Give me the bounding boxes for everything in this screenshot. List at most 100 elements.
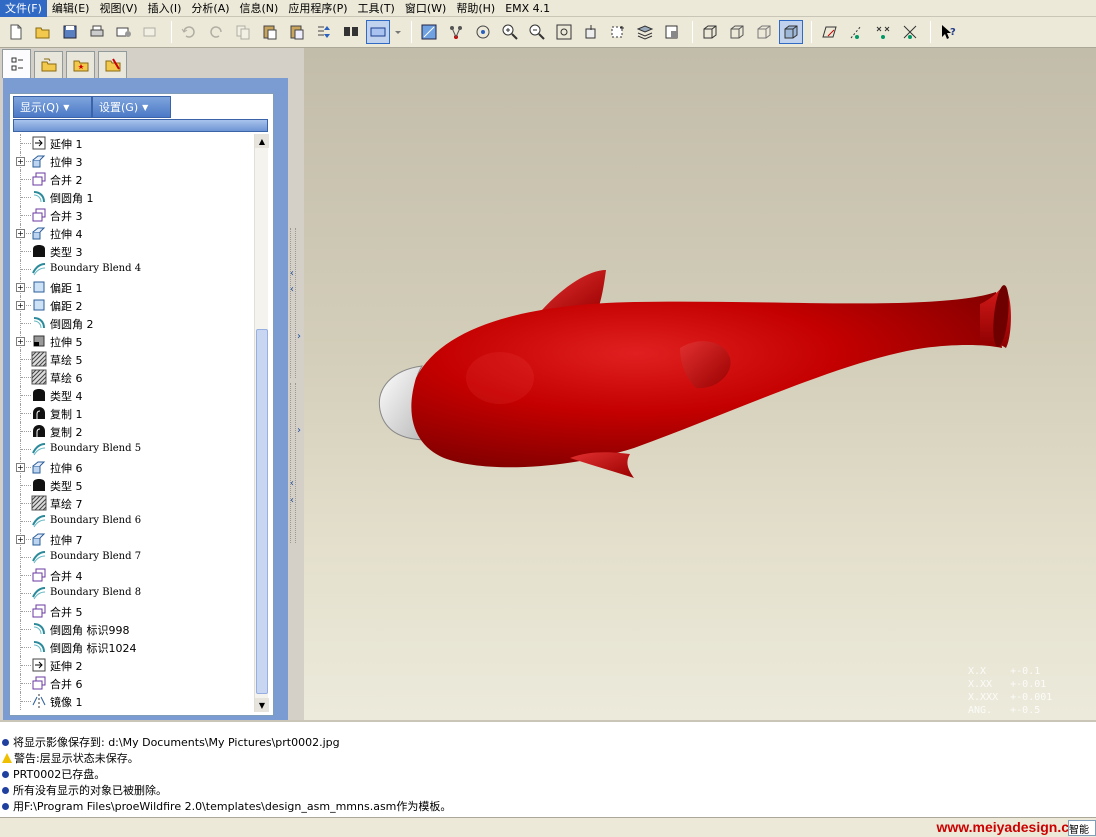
menu-item[interactable]: 帮助(H): [451, 0, 500, 17]
model-tree-item[interactable]: 类型 5: [13, 476, 253, 494]
model-tree-item[interactable]: Boundary Blend 5: [13, 440, 253, 458]
expand-right-icon[interactable]: ›: [297, 425, 301, 436]
wireframe-icon[interactable]: [698, 20, 722, 44]
menu-item[interactable]: 文件(F): [0, 0, 47, 17]
model-tree-item[interactable]: 类型 4: [13, 386, 253, 404]
save-icon[interactable]: [58, 20, 82, 44]
model-tree-item[interactable]: + 拉伸 4: [13, 224, 253, 242]
model-tree-item[interactable]: 复制 1: [13, 404, 253, 422]
repaint-icon[interactable]: [417, 20, 441, 44]
smart-filter-select[interactable]: 智能: [1068, 820, 1096, 836]
menu-item[interactable]: 信息(N): [235, 0, 284, 17]
scroll-down-icon[interactable]: ▼: [255, 698, 269, 712]
datum-axes-icon[interactable]: [844, 20, 868, 44]
expand-icon[interactable]: +: [16, 535, 25, 544]
model-tree-item[interactable]: 草绘 7: [13, 494, 253, 512]
model-tree-item[interactable]: 合并 5: [13, 602, 253, 620]
menu-item[interactable]: 编辑(E): [47, 0, 95, 17]
tab-favorites[interactable]: [66, 51, 95, 78]
no-hidden-icon[interactable]: [752, 20, 776, 44]
shading-icon[interactable]: [779, 20, 803, 44]
menu-item[interactable]: 窗口(W): [400, 0, 451, 17]
expand-icon[interactable]: +: [16, 229, 25, 238]
model-tree-item[interactable]: 倒圆角 标识998: [13, 620, 253, 638]
expand-right-icon[interactable]: ›: [297, 331, 301, 342]
menu-item[interactable]: 工具(T): [353, 0, 400, 17]
model-tree-item[interactable]: Boundary Blend 7: [13, 548, 253, 566]
model-tree-item[interactable]: + 拉伸 3: [13, 152, 253, 170]
model-tree-item[interactable]: 合并 6: [13, 674, 253, 692]
collapse-left-icon[interactable]: ‹: [290, 478, 294, 489]
copy-icon[interactable]: [231, 20, 255, 44]
collapse-left-icon[interactable]: ‹: [290, 284, 294, 295]
scrollbar-thumb[interactable]: [256, 329, 268, 694]
model-tree-item[interactable]: 倒圆角 1: [13, 188, 253, 206]
dropdown-arrow-icon[interactable]: [393, 20, 403, 44]
reorient-icon[interactable]: [579, 20, 603, 44]
datum-points-icon[interactable]: [871, 20, 895, 44]
zoom-out-icon[interactable]: [525, 20, 549, 44]
expand-icon[interactable]: +: [16, 301, 25, 310]
model-tree-item[interactable]: + 拉伸 7: [13, 530, 253, 548]
model-tree-item[interactable]: + 拉伸 6: [13, 458, 253, 476]
model-tree-item[interactable]: Boundary Blend 4: [13, 260, 253, 278]
menu-item[interactable]: 分析(A): [186, 0, 234, 17]
model-tree-item[interactable]: 延伸 2: [13, 656, 253, 674]
find-icon[interactable]: [339, 20, 363, 44]
model-tree-item[interactable]: Boundary Blend 8: [13, 584, 253, 602]
model-tree-item[interactable]: 草绘 5: [13, 350, 253, 368]
new-file-icon[interactable]: [4, 20, 28, 44]
layers-icon[interactable]: [633, 20, 657, 44]
context-help-icon[interactable]: ?: [936, 20, 960, 44]
undo-icon[interactable]: [177, 20, 201, 44]
zoom-in-icon[interactable]: [498, 20, 522, 44]
orient-mode-icon[interactable]: [471, 20, 495, 44]
panel-splitter[interactable]: ‹ ‹ › › ‹ ‹: [290, 48, 304, 720]
open-folder-icon[interactable]: [31, 20, 55, 44]
tab-model-tree[interactable]: [2, 49, 31, 78]
saved-views-icon[interactable]: [606, 20, 630, 44]
menu-item[interactable]: 应用程序(P): [283, 0, 352, 17]
spin-center-icon[interactable]: [444, 20, 468, 44]
model-tree-item[interactable]: Boundary Blend 6: [13, 512, 253, 530]
model-tree-item[interactable]: 合并 4: [13, 566, 253, 584]
dolphin-model[interactable]: [304, 48, 1096, 720]
menu-item[interactable]: EMX 4.1: [500, 0, 555, 17]
selection-box-icon[interactable]: [366, 20, 390, 44]
model-tree-item[interactable]: 倒圆角 2: [13, 314, 253, 332]
tab-folder-browser[interactable]: [34, 51, 63, 78]
send-link-icon[interactable]: [139, 20, 163, 44]
model-tree-item[interactable]: 类型 3: [13, 242, 253, 260]
tab-connections[interactable]: [98, 51, 127, 78]
hidden-line-icon[interactable]: [725, 20, 749, 44]
settings-menu-button[interactable]: 设置(G) ▼: [92, 96, 171, 118]
model-tree-item[interactable]: 草绘 6: [13, 368, 253, 386]
display-menu-button[interactable]: 显示(Q) ▼: [13, 96, 92, 118]
model-tree-item[interactable]: 镜像 1: [13, 692, 253, 710]
paste-special-icon[interactable]: [285, 20, 309, 44]
graphics-viewport[interactable]: X.X +-0.1 X.XX +-0.01 X.XXX +-0.001 ANG. +-…: [304, 48, 1096, 720]
expand-icon[interactable]: +: [16, 463, 25, 472]
datum-planes-icon[interactable]: [817, 20, 841, 44]
redo-icon[interactable]: [204, 20, 228, 44]
model-tree-item[interactable]: 合并 3: [13, 206, 253, 224]
model-tree-item[interactable]: 倒圆角 标识1024: [13, 638, 253, 656]
model-tree-item[interactable]: 复制 2: [13, 422, 253, 440]
paste-icon[interactable]: [258, 20, 282, 44]
model-tree-item[interactable]: 延伸 1: [13, 134, 253, 152]
view-manager-icon[interactable]: [660, 20, 684, 44]
collapse-left-icon[interactable]: ‹: [290, 495, 294, 506]
model-tree-item[interactable]: + 偏距 1: [13, 278, 253, 296]
expand-icon[interactable]: +: [16, 337, 25, 346]
model-tree-item[interactable]: + 拉伸 5: [13, 332, 253, 350]
menu-item[interactable]: 视图(V): [94, 0, 142, 17]
expand-icon[interactable]: +: [16, 157, 25, 166]
coordinate-systems-icon[interactable]: [898, 20, 922, 44]
model-tree-item[interactable]: 合并 2: [13, 170, 253, 188]
menu-item[interactable]: 插入(I): [143, 0, 187, 17]
print-icon[interactable]: [85, 20, 109, 44]
collapse-left-icon[interactable]: ‹: [290, 268, 294, 279]
send-mail-icon[interactable]: [112, 20, 136, 44]
refit-icon[interactable]: [552, 20, 576, 44]
expand-icon[interactable]: +: [16, 283, 25, 292]
